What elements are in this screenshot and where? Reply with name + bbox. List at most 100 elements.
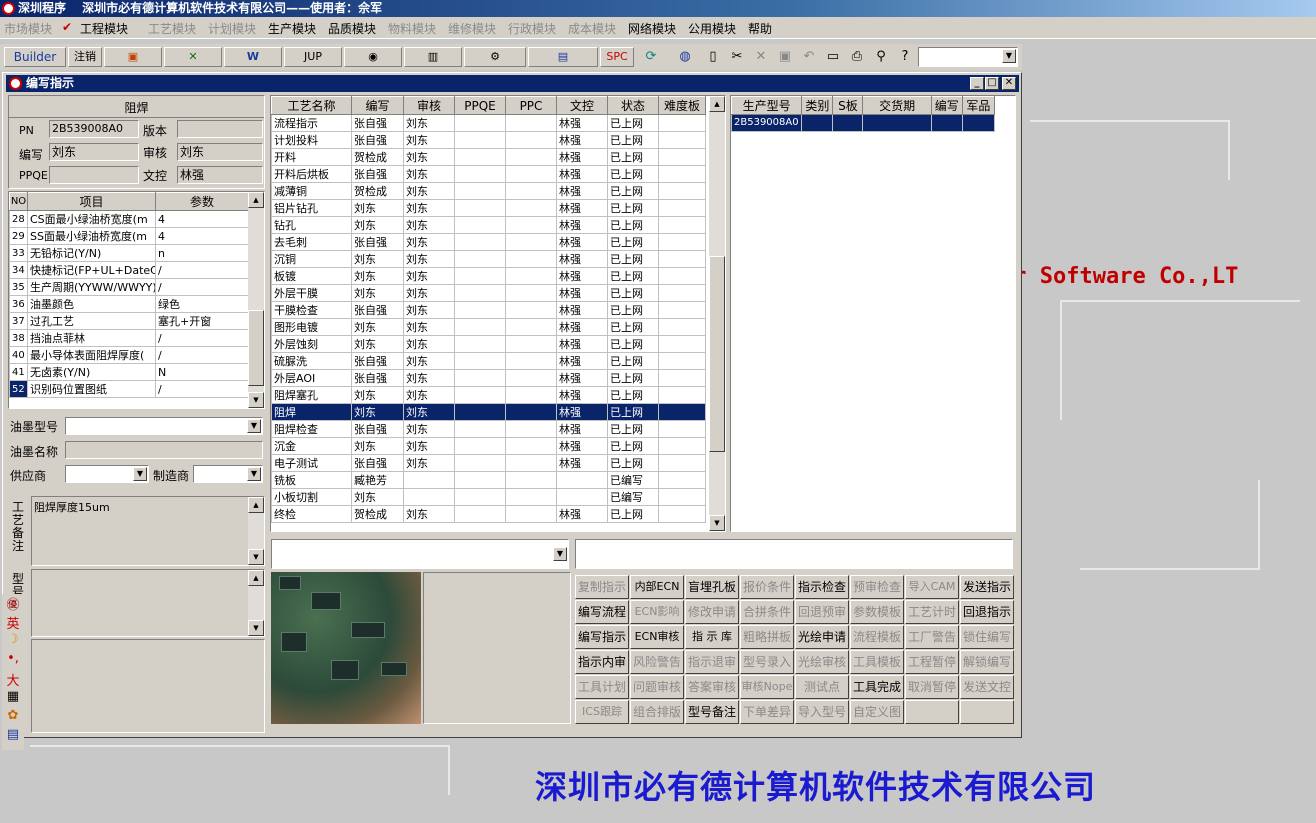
- action-button[interactable]: 工厂警告: [905, 625, 959, 649]
- action-button[interactable]: 问题审核: [630, 675, 684, 699]
- cell-reviewer[interactable]: 刘东: [403, 352, 455, 370]
- cell-ppc[interactable]: [505, 199, 557, 217]
- cell-ppc[interactable]: [505, 284, 557, 302]
- action-button[interactable]: 答案审核: [685, 675, 739, 699]
- param-scrollbar[interactable]: ▲ ▼: [248, 192, 264, 408]
- action-button[interactable]: 复制指示: [575, 575, 629, 599]
- param-no[interactable]: 52: [9, 380, 28, 398]
- cell-difficulty[interactable]: [658, 505, 706, 523]
- cell-reviewer[interactable]: 刘东: [403, 131, 455, 149]
- cell-writer[interactable]: 刘东: [351, 199, 404, 217]
- database-icon[interactable]: ▥: [404, 47, 462, 67]
- cell-writer[interactable]: 贺检成: [351, 182, 404, 200]
- eye-icon[interactable]: ◉: [344, 47, 402, 67]
- cell-ppqe[interactable]: [454, 318, 506, 336]
- cell-ppc[interactable]: [505, 165, 557, 183]
- cell-ppqe[interactable]: [454, 335, 506, 353]
- cell-difficulty[interactable]: [658, 488, 706, 506]
- grid-filter-select[interactable]: ▼: [271, 539, 569, 569]
- process-row[interactable]: 外层蚀刻 刘东 刘东 林强 已上网: [271, 335, 706, 353]
- cell-wenkong[interactable]: 林强: [556, 165, 608, 183]
- process-row[interactable]: 计划投料 张自强 刘东 林强 已上网: [271, 131, 706, 149]
- cell-reviewer[interactable]: 刘东: [403, 199, 455, 217]
- col-delivery[interactable]: 交货期: [862, 96, 932, 115]
- menu-engineering[interactable]: 工程模块: [80, 20, 128, 37]
- col-wenkong[interactable]: 文控: [556, 96, 608, 115]
- cell-status[interactable]: 已编写: [607, 488, 659, 506]
- cell-ppqe[interactable]: [454, 352, 506, 370]
- cell-ppqe[interactable]: [454, 114, 506, 132]
- scroll-down-icon[interactable]: ▼: [248, 549, 264, 565]
- cell-ppqe[interactable]: [454, 267, 506, 285]
- cell-ppc[interactable]: [505, 420, 557, 438]
- cell-wenkong[interactable]: 林强: [556, 505, 608, 523]
- cell-wenkong[interactable]: 林强: [556, 318, 608, 336]
- cell-ppqe[interactable]: [454, 284, 506, 302]
- cell-wenkong[interactable]: 林强: [556, 182, 608, 200]
- param-value[interactable]: /: [155, 346, 249, 364]
- cell-difficulty[interactable]: [658, 437, 706, 455]
- param-item[interactable]: 无卤素(Y/N): [27, 363, 156, 381]
- action-button[interactable]: 编写指示: [575, 625, 629, 649]
- cell-ppqe[interactable]: [454, 454, 506, 472]
- cell-difficulty[interactable]: [658, 165, 706, 183]
- cell-process[interactable]: 钻孔: [271, 216, 352, 234]
- action-button[interactable]: 下单差异: [740, 700, 794, 724]
- action-button[interactable]: 指 示 库: [685, 625, 739, 649]
- cell-status[interactable]: 已上网: [607, 165, 659, 183]
- cell-difficulty[interactable]: [658, 471, 706, 489]
- powerpoint-icon[interactable]: ▣: [104, 47, 162, 67]
- process-row[interactable]: 外层干膜 刘东 刘东 林强 已上网: [271, 284, 706, 302]
- param-item[interactable]: 生产周期(YYWW/WWYY): [27, 278, 156, 296]
- action-button[interactable]: 粗略拼板: [740, 625, 794, 649]
- cell-writer[interactable]: 贺检成: [351, 505, 404, 523]
- cell-status[interactable]: 已上网: [607, 386, 659, 404]
- cell-ppc[interactable]: [505, 437, 557, 455]
- menu-cost[interactable]: 成本模块: [568, 20, 616, 37]
- print-icon[interactable]: ⎙: [848, 48, 866, 66]
- cell-difficulty[interactable]: [658, 267, 706, 285]
- action-button[interactable]: 修改申请: [685, 600, 739, 624]
- cell-ppc[interactable]: [505, 505, 557, 523]
- cell-ppc[interactable]: [505, 318, 557, 336]
- param-item[interactable]: 最小导体表面阻焊厚度(: [27, 346, 156, 364]
- help-icon[interactable]: ?: [896, 48, 914, 66]
- param-no[interactable]: 41: [9, 363, 28, 381]
- menu-plan[interactable]: 计划模块: [208, 20, 256, 37]
- param-value[interactable]: 塞孔+开窗: [155, 312, 249, 330]
- remark-scrollbar[interactable]: ▲ ▼: [248, 497, 264, 565]
- cell-difficulty[interactable]: [658, 114, 706, 132]
- cell-writer[interactable]: 刘东: [351, 403, 404, 421]
- model-cell[interactable]: [832, 114, 864, 132]
- word-icon[interactable]: W: [224, 47, 282, 67]
- param-item[interactable]: 过孔工艺: [27, 312, 156, 330]
- cell-process[interactable]: 硫脲洗: [271, 352, 352, 370]
- spc-button[interactable]: SPC: [600, 47, 634, 67]
- cell-ppqe[interactable]: [454, 165, 506, 183]
- cell-writer[interactable]: 刘东: [351, 216, 404, 234]
- process-row[interactable]: 电子测试 张自强 刘东 林强 已上网: [271, 454, 706, 472]
- cell-writer[interactable]: 刘东: [351, 437, 404, 455]
- action-button[interactable]: 预审检查: [850, 575, 904, 599]
- cell-wenkong[interactable]: 林强: [556, 233, 608, 251]
- param-no[interactable]: 34: [9, 261, 28, 279]
- col-ppqe[interactable]: PPQE: [454, 96, 506, 115]
- action-button[interactable]: 盲埋孔板: [685, 575, 739, 599]
- process-row[interactable]: 铣板 臧艳芳 已编写: [271, 471, 706, 489]
- ink-model-select[interactable]: ▼: [65, 417, 263, 435]
- cell-reviewer[interactable]: 刘东: [403, 505, 455, 523]
- cell-difficulty[interactable]: [658, 403, 706, 421]
- col-ppc[interactable]: PPC: [505, 96, 557, 115]
- ink-name-field[interactable]: [65, 441, 263, 459]
- menu-market[interactable]: 市场模块: [4, 20, 52, 37]
- menu-quality[interactable]: 品质模块: [328, 20, 376, 37]
- action-button[interactable]: 解锁编写: [960, 650, 1014, 674]
- action-button[interactable]: [960, 700, 1014, 724]
- menu-network[interactable]: 网络模块: [628, 20, 676, 37]
- process-row[interactable]: 图形电镀 刘东 刘东 林强 已上网: [271, 318, 706, 336]
- cell-wenkong[interactable]: 林强: [556, 369, 608, 387]
- cell-difficulty[interactable]: [658, 386, 706, 404]
- cell-difficulty[interactable]: [658, 131, 706, 149]
- cell-writer[interactable]: 刘东: [351, 335, 404, 353]
- process-row[interactable]: 钻孔 刘东 刘东 林强 已上网: [271, 216, 706, 234]
